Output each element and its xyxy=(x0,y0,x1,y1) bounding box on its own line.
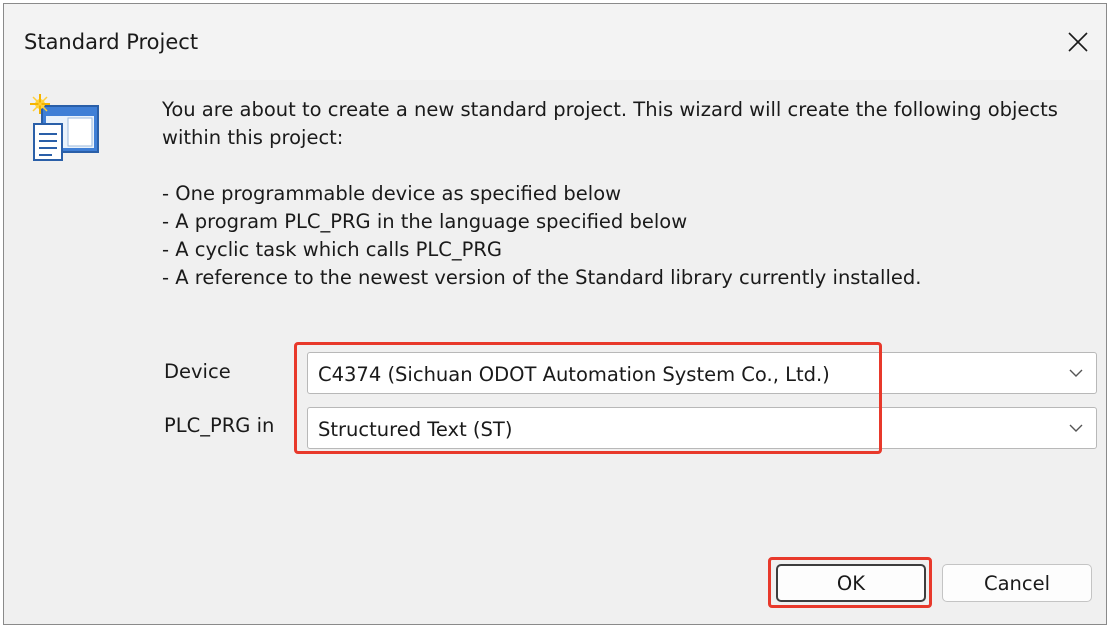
list-item: - A program PLC_PRG in the language spec… xyxy=(162,210,688,233)
list-item: - A cyclic task which calls PLC_PRG xyxy=(162,238,503,261)
cancel-button[interactable]: Cancel xyxy=(942,564,1092,602)
dialog-title: Standard Project xyxy=(24,30,199,54)
standard-project-dialog: Standard Project You are about to create… xyxy=(3,3,1107,625)
list-item: - A reference to the newest version of t… xyxy=(162,266,922,289)
project-wizard-icon xyxy=(30,94,99,161)
title-bar: Standard Project xyxy=(4,4,1106,80)
device-label: Device xyxy=(164,360,231,383)
close-button[interactable] xyxy=(1050,4,1106,80)
objects-list: - One programmable device as specified b… xyxy=(162,180,1072,292)
dialog-content: You are about to create a new standard p… xyxy=(4,80,1106,624)
language-select-value: Structured Text (ST) xyxy=(318,418,513,441)
device-select-value: C4374 (Sichuan ODOT Automation System Co… xyxy=(318,363,830,386)
device-select[interactable]: C4374 (Sichuan ODOT Automation System Co… xyxy=(307,352,1097,394)
list-item: - One programmable device as specified b… xyxy=(162,182,622,205)
language-select[interactable]: Structured Text (ST) xyxy=(307,407,1097,449)
chevron-down-icon xyxy=(1069,369,1083,377)
intro-text: You are about to create a new standard p… xyxy=(162,98,1058,149)
ok-button[interactable]: OK xyxy=(776,564,926,602)
chevron-down-icon xyxy=(1069,424,1083,432)
language-label: PLC_PRG in xyxy=(164,414,275,437)
close-icon xyxy=(1068,32,1088,52)
